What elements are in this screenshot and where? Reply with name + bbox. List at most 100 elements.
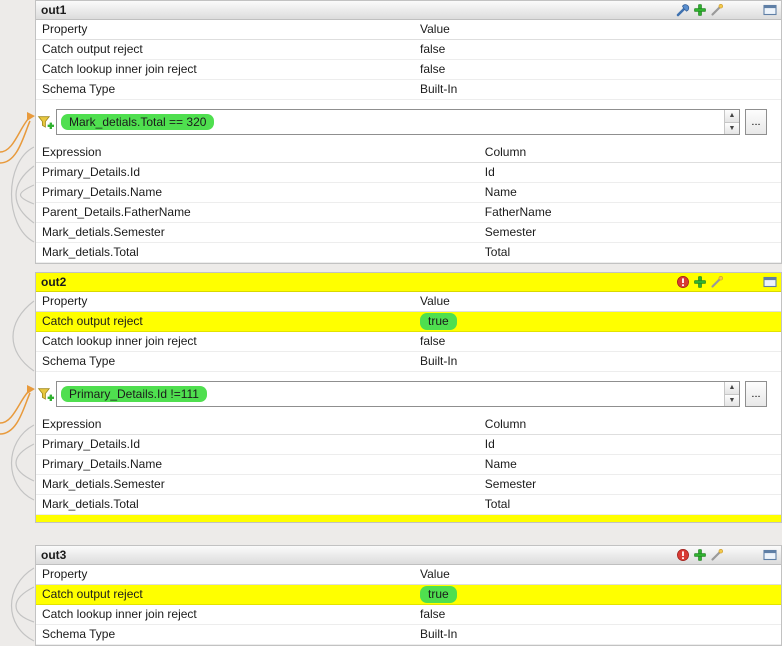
spin-up-button[interactable]: ▲ bbox=[725, 110, 739, 123]
filter-bar: Primary_Details.Id !=111 ▲ ▼ ... bbox=[37, 381, 767, 407]
column-cell: Total bbox=[484, 497, 511, 511]
panel-toolbar bbox=[676, 3, 777, 17]
column-header-value: Value bbox=[419, 294, 450, 308]
property-value[interactable]: false bbox=[416, 40, 781, 59]
spin-down-button[interactable]: ▼ bbox=[725, 394, 739, 406]
property-name: Catch output reject bbox=[42, 42, 143, 56]
reject-filter-icon[interactable] bbox=[676, 275, 690, 289]
panel-header-out2: out2 bbox=[36, 273, 781, 292]
column-cell: Total bbox=[484, 245, 511, 259]
property-value[interactable]: true bbox=[416, 312, 781, 331]
filter-funnel-icon[interactable] bbox=[37, 386, 54, 403]
property-table-header: Property Value bbox=[36, 20, 781, 40]
property-value[interactable]: true bbox=[416, 585, 781, 604]
filter-expression-input[interactable]: Primary_Details.Id !=111 ▲ ▼ bbox=[56, 381, 740, 407]
property-value[interactable]: false bbox=[416, 332, 781, 351]
property-value[interactable]: false bbox=[416, 60, 781, 79]
property-value[interactable]: Built-In bbox=[416, 352, 781, 371]
filter-expression-text: Mark_detials.Total == 320 bbox=[61, 114, 215, 130]
property-row: Schema Type Built-In bbox=[36, 625, 781, 645]
spin-down-button[interactable]: ▼ bbox=[725, 122, 739, 134]
expression-row: Parent_Details.FatherName FatherName bbox=[36, 203, 781, 223]
output-panel-out3: out3 Property Value Catch output reject … bbox=[35, 545, 782, 646]
expression-row: Primary_Details.Id Id bbox=[36, 163, 781, 183]
column-cell: Semester bbox=[484, 477, 537, 491]
auto-map-wand-icon[interactable] bbox=[710, 548, 724, 562]
column-header-column: Column bbox=[484, 417, 527, 431]
expression-cell[interactable]: Primary_Details.Id bbox=[36, 163, 481, 182]
output-panel-out1: out1 Property Value Catch output reject … bbox=[35, 0, 782, 264]
expression-builder-button[interactable]: ... bbox=[745, 109, 767, 135]
output-panel-out2: out2 Property Value Catch output reject … bbox=[35, 272, 782, 523]
column-cell: Id bbox=[484, 437, 495, 451]
expression-row: Mark_detials.Total Total bbox=[36, 243, 781, 263]
expression-cell[interactable]: Mark_detials.Total bbox=[36, 495, 481, 514]
column-header-value: Value bbox=[419, 22, 450, 36]
window-icon[interactable] bbox=[763, 275, 777, 289]
property-row: Catch output reject false bbox=[36, 40, 781, 60]
spin-up-button[interactable]: ▲ bbox=[725, 382, 739, 395]
reject-filter-icon[interactable] bbox=[676, 548, 690, 562]
connection-curves bbox=[0, 112, 35, 642]
property-value[interactable]: Built-In bbox=[416, 80, 781, 99]
auto-map-wand-icon[interactable] bbox=[710, 275, 724, 289]
property-value[interactable]: false bbox=[416, 605, 781, 624]
expression-cell[interactable]: Mark_detials.Total bbox=[36, 243, 481, 262]
property-value[interactable]: Built-In bbox=[416, 625, 781, 644]
column-cell: Name bbox=[484, 185, 517, 199]
property-row: Schema Type Built-In bbox=[36, 352, 781, 372]
column-header-property: Property bbox=[42, 567, 88, 581]
property-row: Catch lookup inner join reject false bbox=[36, 60, 781, 80]
tmap-output-panels: out1 Property Value Catch output reject … bbox=[0, 0, 782, 646]
property-name: Catch output reject bbox=[42, 587, 143, 601]
property-name: Catch lookup inner join reject bbox=[42, 607, 197, 621]
add-plus-icon[interactable] bbox=[693, 3, 707, 17]
panel-title: out3 bbox=[41, 548, 67, 562]
window-icon[interactable] bbox=[763, 3, 777, 17]
column-header-column: Column bbox=[484, 145, 527, 159]
panel-toolbar bbox=[676, 548, 777, 562]
add-plus-icon[interactable] bbox=[693, 275, 707, 289]
property-row: Catch lookup inner join reject false bbox=[36, 605, 781, 625]
property-name: Catch lookup inner join reject bbox=[42, 334, 197, 348]
settings-wrench-icon[interactable] bbox=[676, 3, 690, 17]
expression-table-header: Expression Column bbox=[36, 415, 781, 435]
expression-cell[interactable]: Primary_Details.Name bbox=[36, 455, 481, 474]
property-name: Schema Type bbox=[42, 82, 116, 96]
property-table-header: Property Value bbox=[36, 565, 781, 585]
filter-expression-input[interactable]: Mark_detials.Total == 320 ▲ ▼ bbox=[56, 109, 740, 135]
expression-row: Primary_Details.Id Id bbox=[36, 435, 781, 455]
expression-table: Expression Column Primary_Details.Id Id … bbox=[36, 143, 781, 263]
column-cell: Semester bbox=[484, 225, 537, 239]
column-header-property: Property bbox=[42, 294, 88, 308]
filter-funnel-icon[interactable] bbox=[37, 114, 54, 131]
property-row: Catch lookup inner join reject false bbox=[36, 332, 781, 352]
property-name: Catch output reject bbox=[42, 314, 143, 328]
panel-title: out1 bbox=[41, 3, 67, 17]
property-row-highlighted: Catch output reject true bbox=[36, 312, 781, 332]
filter-bar: Mark_detials.Total == 320 ▲ ▼ ... bbox=[37, 109, 767, 135]
expression-cell[interactable]: Parent_Details.FatherName bbox=[36, 203, 481, 222]
panel-toolbar bbox=[676, 275, 777, 289]
panel-header-out3: out3 bbox=[36, 546, 781, 565]
connection-gutter bbox=[0, 0, 35, 646]
panel-header-out1: out1 bbox=[36, 1, 781, 20]
expression-cell[interactable]: Primary_Details.Id bbox=[36, 435, 481, 454]
spinner: ▲ ▼ bbox=[724, 110, 739, 134]
column-header-expression: Expression bbox=[42, 145, 102, 159]
highlight-strip bbox=[36, 515, 781, 522]
expression-cell[interactable]: Primary_Details.Name bbox=[36, 183, 481, 202]
property-name: Schema Type bbox=[42, 354, 116, 368]
highlighted-value: true bbox=[419, 586, 457, 603]
column-cell: FatherName bbox=[484, 205, 552, 219]
expression-builder-button[interactable]: ... bbox=[745, 381, 767, 407]
column-header-property: Property bbox=[42, 22, 88, 36]
column-cell: Id bbox=[484, 165, 495, 179]
expression-cell[interactable]: Mark_detials.Semester bbox=[36, 223, 481, 242]
column-header-value: Value bbox=[419, 567, 450, 581]
column-cell: Name bbox=[484, 457, 517, 471]
add-plus-icon[interactable] bbox=[693, 548, 707, 562]
auto-map-wand-icon[interactable] bbox=[710, 3, 724, 17]
expression-cell[interactable]: Mark_detials.Semester bbox=[36, 475, 481, 494]
window-icon[interactable] bbox=[763, 548, 777, 562]
